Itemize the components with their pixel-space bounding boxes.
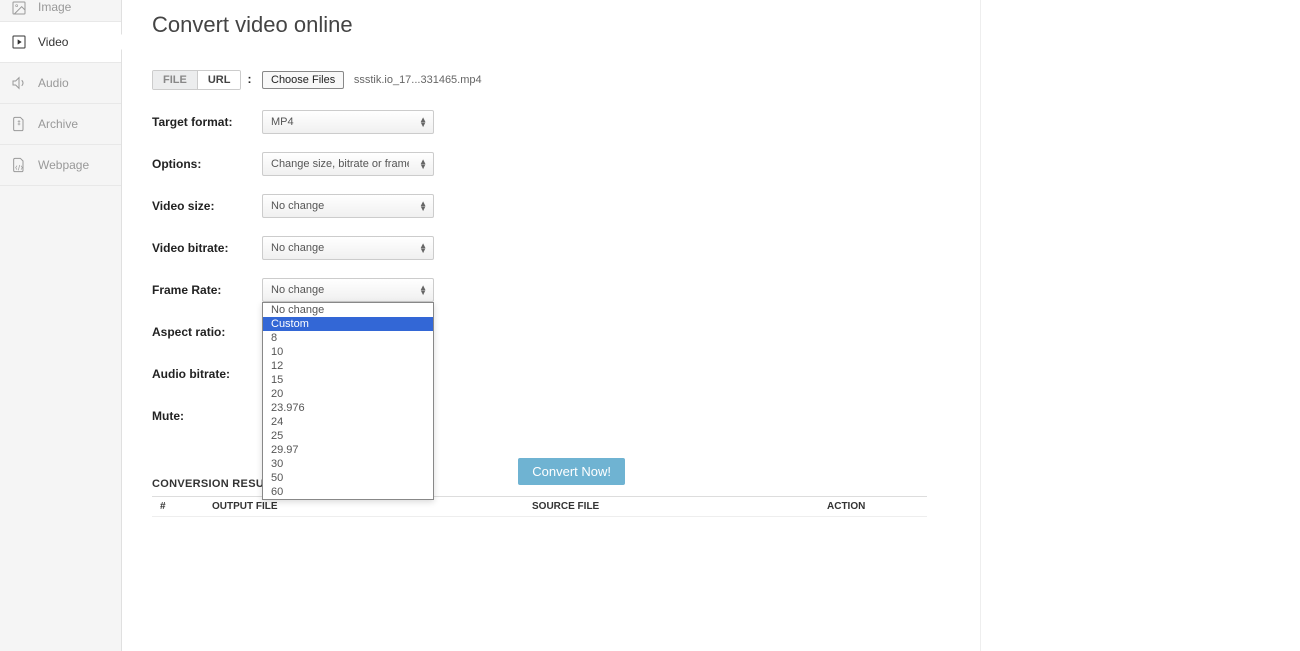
- mute-label: Mute:: [152, 409, 262, 423]
- file-input-area: Choose Files ssstik.io_17...331465.mp4: [262, 71, 482, 89]
- archive-icon: [10, 115, 28, 133]
- right-panel: [980, 0, 1300, 651]
- select-arrows-icon: ▲▼: [419, 243, 427, 253]
- select-arrows-icon: ▲▼: [419, 159, 427, 169]
- target-format-select[interactable]: MP4 ▲▼: [262, 110, 434, 134]
- frame-rate-select[interactable]: No change ▲▼: [262, 278, 434, 302]
- aspect-ratio-label: Aspect ratio:: [152, 325, 262, 339]
- results-header-row: # OUTPUT FILE SOURCE FILE ACTION: [152, 497, 927, 517]
- frame-rate-dropdown: No changeCustom81012152023.976242529.973…: [262, 302, 434, 500]
- dropdown-option[interactable]: 12: [263, 359, 433, 373]
- dropdown-option[interactable]: 24: [263, 415, 433, 429]
- sidebar: Image Video Audio Archive Webpage: [0, 0, 122, 651]
- dropdown-option[interactable]: 30: [263, 457, 433, 471]
- sidebar-item-label: Video: [38, 35, 68, 49]
- selected-filename: ssstik.io_17...331465.mp4: [354, 74, 482, 86]
- page-title: Convert video online: [152, 12, 950, 38]
- image-icon: [10, 0, 28, 18]
- target-format-label: Target format:: [152, 115, 262, 129]
- sidebar-item-archive[interactable]: Archive: [0, 104, 121, 145]
- file-tab[interactable]: FILE: [153, 71, 198, 89]
- dropdown-option[interactable]: 23.976: [263, 401, 433, 415]
- choose-files-button[interactable]: Choose Files: [262, 71, 344, 89]
- sidebar-item-label: Archive: [38, 117, 78, 131]
- video-size-label: Video size:: [152, 199, 262, 213]
- sidebar-item-webpage[interactable]: Webpage: [0, 145, 121, 186]
- dropdown-option[interactable]: 50: [263, 471, 433, 485]
- options-label: Options:: [152, 157, 262, 171]
- source-toggle: FILE URL: [152, 70, 241, 90]
- main-content: Convert video online FILE URL : Choose F…: [122, 0, 980, 651]
- sidebar-item-image[interactable]: Image: [0, 0, 121, 22]
- dropdown-option[interactable]: 20: [263, 387, 433, 401]
- dropdown-option[interactable]: Custom: [263, 317, 433, 331]
- source-label: FILE URL :: [152, 70, 262, 90]
- audio-icon: [10, 74, 28, 92]
- webpage-icon: [10, 156, 28, 174]
- sidebar-item-label: Image: [38, 0, 71, 14]
- sidebar-item-label: Audio: [38, 76, 69, 90]
- video-bitrate-label: Video bitrate:: [152, 241, 262, 255]
- url-tab[interactable]: URL: [198, 71, 241, 89]
- select-arrows-icon: ▲▼: [419, 117, 427, 127]
- dropdown-option[interactable]: 15: [263, 373, 433, 387]
- frame-rate-label: Frame Rate:: [152, 283, 262, 297]
- video-size-select[interactable]: No change ▲▼: [262, 194, 434, 218]
- convert-button[interactable]: Convert Now!: [518, 458, 625, 485]
- dropdown-option[interactable]: 8: [263, 331, 433, 345]
- dropdown-option[interactable]: 29.97: [263, 443, 433, 457]
- sidebar-item-audio[interactable]: Audio: [0, 63, 121, 104]
- video-bitrate-select[interactable]: No change ▲▼: [262, 236, 434, 260]
- dropdown-option[interactable]: No change: [263, 303, 433, 317]
- audio-bitrate-label: Audio bitrate:: [152, 367, 262, 381]
- select-arrows-icon: ▲▼: [419, 285, 427, 295]
- sidebar-item-label: Webpage: [38, 158, 89, 172]
- options-select[interactable]: Change size, bitrate or frame rate ▲▼: [262, 152, 434, 176]
- video-icon: [10, 33, 28, 51]
- col-number: #: [152, 501, 212, 512]
- dropdown-option[interactable]: 25: [263, 429, 433, 443]
- dropdown-option[interactable]: 10: [263, 345, 433, 359]
- col-source-file: SOURCE FILE: [532, 501, 827, 512]
- dropdown-option[interactable]: 60: [263, 485, 433, 499]
- col-output-file: OUTPUT FILE: [212, 501, 532, 512]
- select-arrows-icon: ▲▼: [419, 201, 427, 211]
- sidebar-item-video[interactable]: Video: [0, 22, 121, 63]
- col-action: ACTION: [827, 501, 927, 512]
